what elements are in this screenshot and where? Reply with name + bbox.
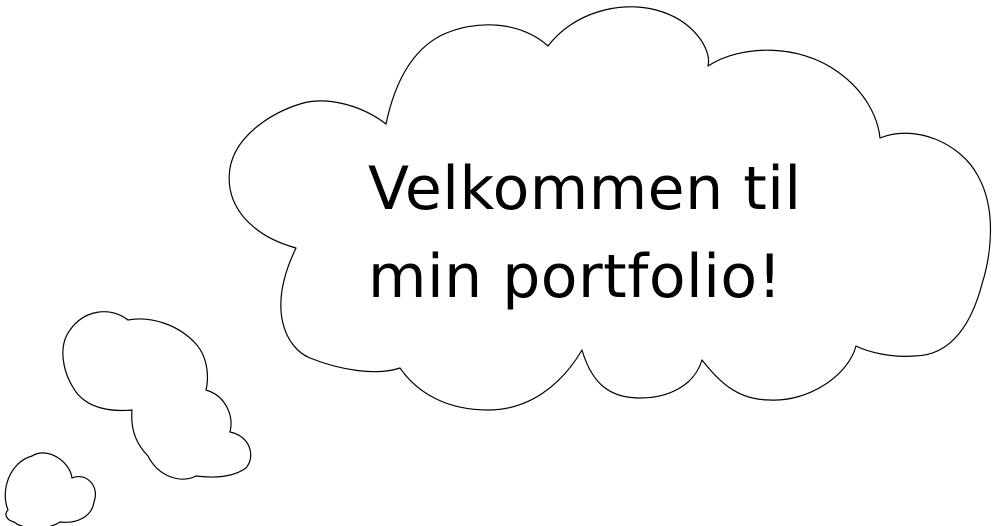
welcome-message-line-2: min portfolio! (368, 242, 783, 312)
welcome-message-line-1: Velkommen til (368, 154, 802, 224)
small-thought-cloud (4, 452, 96, 526)
welcome-message: Velkommen til min portfolio! (368, 145, 928, 321)
medium-thought-cloud (62, 311, 252, 480)
thought-bubble-scene: Velkommen til min portfolio! (0, 0, 994, 526)
